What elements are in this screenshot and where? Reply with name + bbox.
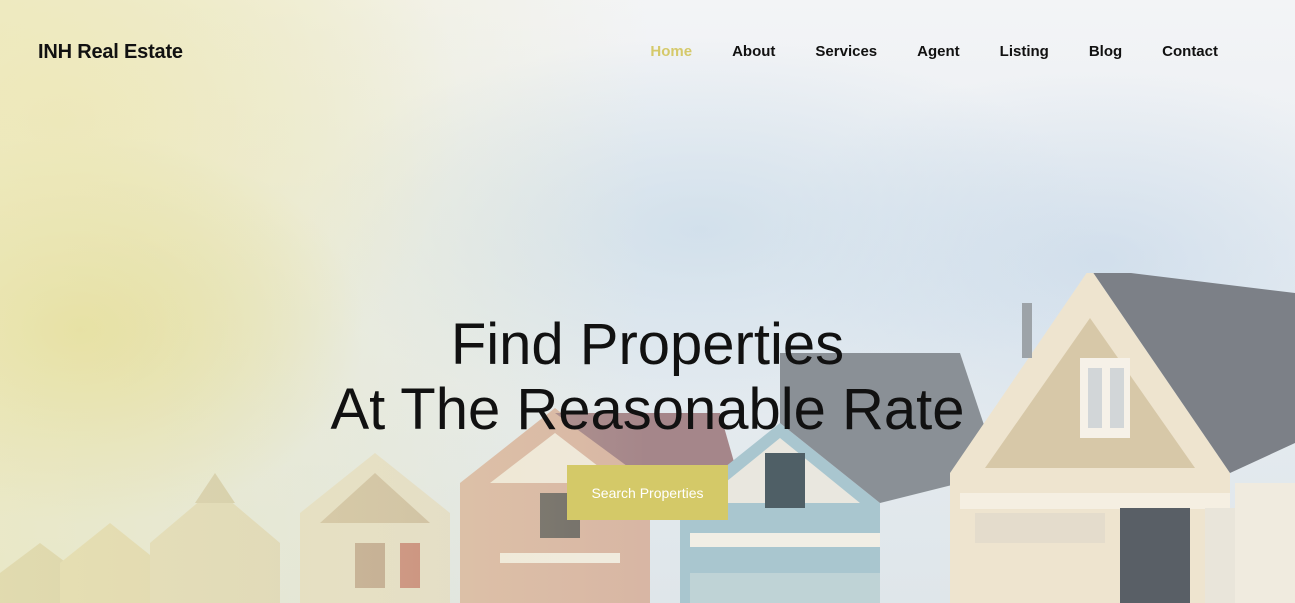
- navbar: INH Real Estate Home About Services Agen…: [0, 0, 1295, 104]
- nav-item-about[interactable]: About: [712, 43, 795, 61]
- nav-item-services[interactable]: Services: [795, 43, 897, 61]
- brand-logo[interactable]: INH Real Estate: [38, 41, 183, 64]
- nav-menu: Home About Services Agent Listing Blog C…: [630, 43, 1238, 61]
- nav-item-listing[interactable]: Listing: [980, 43, 1069, 61]
- search-properties-button[interactable]: Search Properties: [567, 465, 728, 520]
- nav-item-blog[interactable]: Blog: [1069, 43, 1142, 61]
- nav-item-home[interactable]: Home: [630, 43, 712, 61]
- nav-item-contact[interactable]: Contact: [1142, 43, 1238, 61]
- nav-item-agent[interactable]: Agent: [897, 43, 980, 61]
- hero-title: Find Properties At The Reasonable Rate: [0, 312, 1295, 442]
- hero-title-line2: At The Reasonable Rate: [330, 377, 965, 442]
- hero-title-line1: Find Properties: [450, 312, 845, 377]
